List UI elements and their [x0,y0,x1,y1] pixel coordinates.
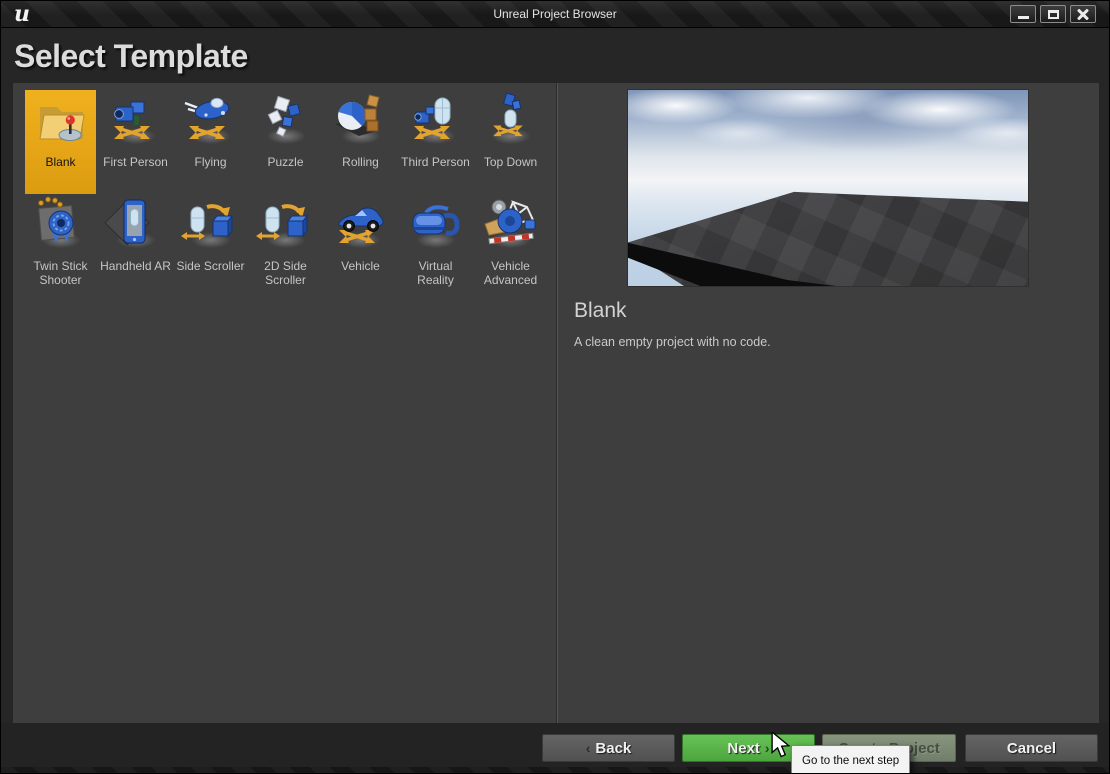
template-tile-label: 2D Side Scroller [264,259,307,287]
window-controls [1010,5,1096,23]
side-scroller-icon [178,194,243,258]
vr-headset-icon [403,194,468,258]
template-preview-image [627,89,1029,287]
template-tile-label: Handheld AR [100,259,171,273]
back-button-label: Back [595,739,632,757]
cancel-button-label: Cancel [1006,739,1057,757]
minimize-button[interactable] [1010,5,1036,23]
template-tile-flying[interactable]: Flying [175,90,246,194]
template-tile-label: Top Down [483,155,538,169]
template-tile-label: Vehicle Advanced [483,259,538,287]
vehicle-advanced-icon [478,194,543,258]
template-tile-vehicle[interactable]: Vehicle [325,194,396,298]
template-tile-label: Twin Stick Shooter [33,259,88,287]
template-tile-vehicle-advanced[interactable]: Vehicle Advanced [475,194,546,298]
template-preview-panel: Blank A clean empty project with no code… [558,83,1099,723]
template-tile-label: Virtual Reality [417,259,454,287]
preview-title: Blank [574,299,627,322]
back-button[interactable]: ‹ Back [542,734,675,762]
template-grid: Blank First Person Flying Puzzle Rolling [13,83,556,298]
template-tile-twin-stick-shooter[interactable]: Twin Stick Shooter [25,194,96,298]
template-tile-label: First Person [103,155,168,169]
window-title: Unreal Project Browser [493,7,617,21]
template-tile-rolling[interactable]: Rolling [325,90,396,194]
template-tile-side-scroller[interactable]: Side Scroller [175,194,246,298]
preview-floor [628,191,1028,286]
blank-folder-joystick-icon [29,90,93,154]
top-down-view-icon [478,90,543,154]
first-person-camera-icon [103,90,168,154]
maximize-icon [1047,9,1059,19]
minimize-icon [1017,15,1029,19]
next-chevron-icon: › [764,740,770,756]
rolling-ball-icon [328,90,393,154]
template-tile-label: Third Person [401,155,470,169]
mouse-cursor-icon [770,730,792,763]
template-tile-label: Puzzle [267,155,304,169]
flying-ship-icon [178,90,243,154]
back-chevron-icon: ‹ [585,740,591,756]
twin-stick-ship-icon [28,194,93,258]
template-tile-top-down[interactable]: Top Down [475,90,546,194]
template-tile-handheld-ar[interactable]: Handheld AR [100,194,171,298]
template-tile-label: Blank [45,155,76,169]
title-bar[interactable]: u Unreal Project Browser [1,1,1109,28]
puzzle-pieces-icon [253,90,318,154]
template-tile-2d-side-scroller[interactable]: 2D Side Scroller [250,194,321,298]
template-tile-label: Side Scroller [176,259,245,273]
window-bottom-edge [1,767,1109,773]
cancel-button[interactable]: Cancel [965,734,1098,762]
template-tile-label: Rolling [342,155,379,169]
close-button[interactable] [1070,5,1096,23]
template-tile-virtual-reality[interactable]: Virtual Reality [400,194,471,298]
close-icon [1077,8,1089,20]
unreal-project-browser-window: u Unreal Project Browser Select Template… [0,0,1110,774]
page-title: Select Template [14,38,248,74]
tooltip: Go to the next step [791,745,911,773]
next-button-label: Next [727,739,760,757]
vehicle-car-icon [328,194,393,258]
third-person-capsule-icon [403,90,468,154]
template-tile-first-person[interactable]: First Person [100,90,171,194]
template-tile-blank[interactable]: Blank [25,90,96,194]
template-tile-label: Flying [194,155,227,169]
template-tile-third-person[interactable]: Third Person [400,90,471,194]
preview-description: A clean empty project with no code. [574,335,771,349]
template-tile-puzzle[interactable]: Puzzle [250,90,321,194]
template-tile-label: Vehicle [341,259,380,273]
side-scroller-2d-icon [253,194,318,258]
handheld-ar-phone-icon [103,194,168,258]
maximize-button[interactable] [1040,5,1066,23]
template-list-panel: Blank First Person Flying Puzzle Rolling [13,83,556,723]
